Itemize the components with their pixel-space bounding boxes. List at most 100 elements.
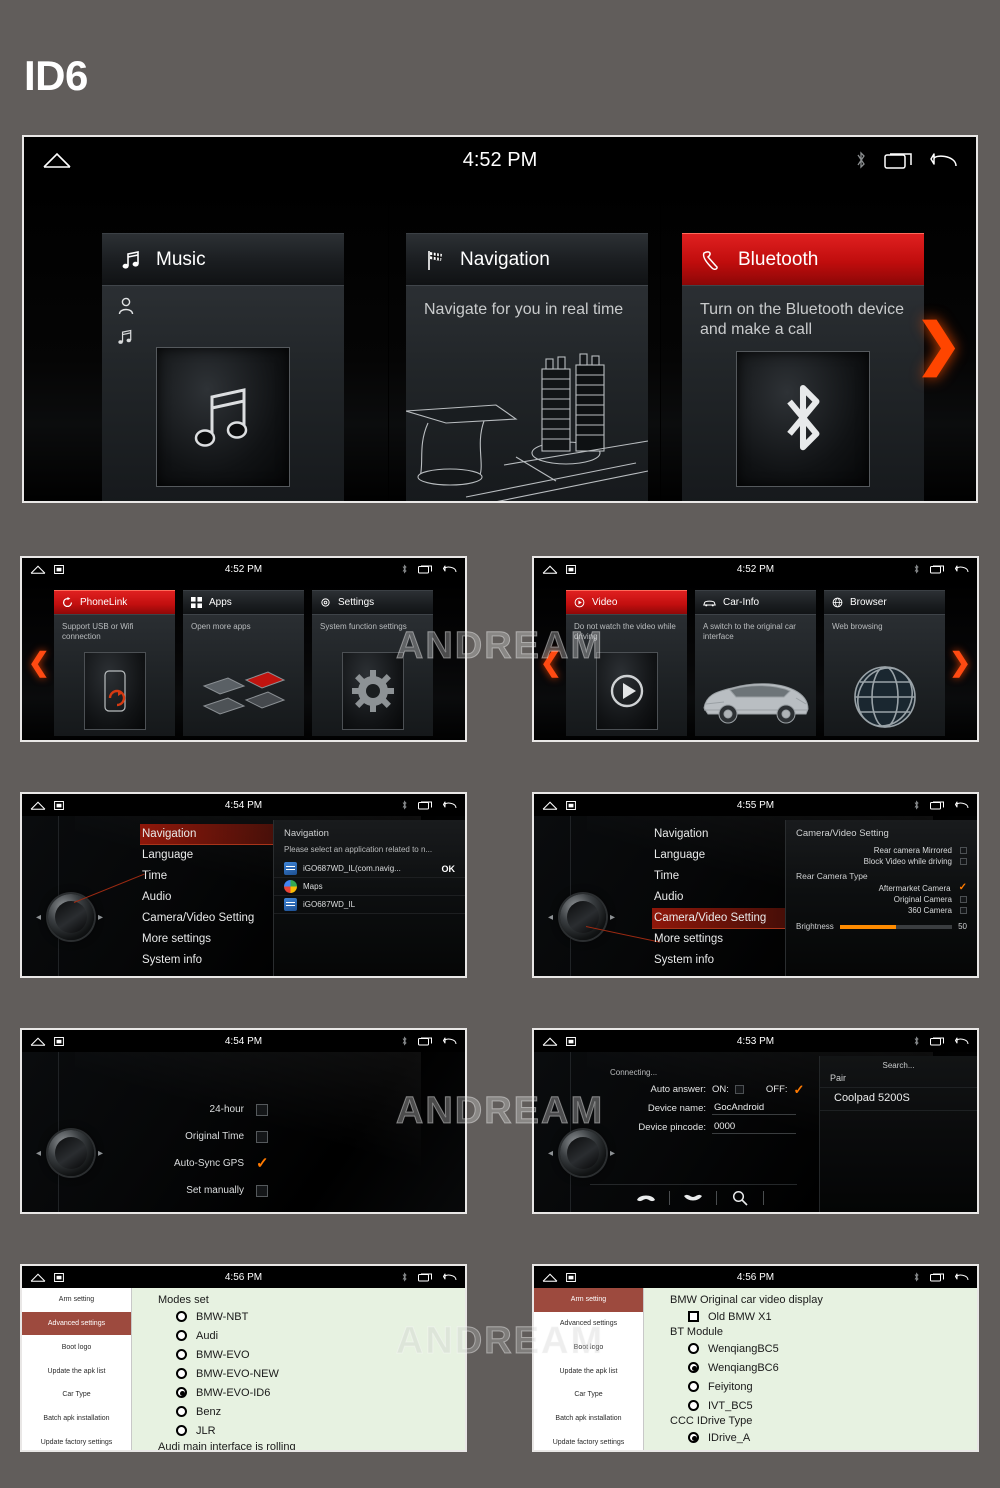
brightness-slider[interactable] (839, 924, 953, 929)
time-option-set-manually[interactable]: Set manually (152, 1177, 268, 1204)
mode-option-bmw-evo[interactable]: BMW-EVO (158, 1345, 465, 1364)
back-icon[interactable] (443, 564, 457, 574)
toggle-rear-camera-mirrored[interactable]: Rear camera Mirrored (786, 845, 977, 856)
idrive-knob[interactable] (560, 1130, 606, 1176)
tile-apps[interactable]: Apps Open more apps (183, 590, 304, 736)
idrive-option-a[interactable]: IDrive_A (670, 1428, 977, 1447)
recents-icon[interactable] (930, 1036, 945, 1046)
search-icon[interactable] (717, 1190, 763, 1206)
sidebar-item-arm-setting[interactable]: Arm setting (22, 1288, 131, 1312)
knob-right-arrow[interactable]: ▸ (610, 1148, 615, 1159)
time-option-auto-sync-gps[interactable]: Auto-Sync GPS ✓ (152, 1150, 269, 1177)
back-icon[interactable] (443, 1272, 457, 1282)
device-pincode-row[interactable]: Device pincode: 0000 (610, 1118, 804, 1137)
window-icon[interactable] (566, 564, 576, 574)
checkbox[interactable] (256, 1130, 268, 1143)
window-icon[interactable] (54, 1036, 64, 1046)
hero-tile-navigation[interactable]: Navigation Navigate for you in real time (406, 233, 648, 501)
tile-settings[interactable]: Settings System function settings (312, 590, 433, 736)
bt-module-feiyitong[interactable]: Feiyitong (670, 1377, 977, 1396)
checkbox[interactable] (960, 847, 967, 854)
bt-module-wenqiangbc6[interactable]: WenqiangBC6 (670, 1358, 977, 1377)
radio-button[interactable] (688, 1432, 699, 1443)
home-icon[interactable] (30, 565, 46, 574)
sidebar-item-update-factory-settings[interactable]: Update factory settings (22, 1430, 131, 1450)
radio-button[interactable] (688, 1381, 699, 1392)
time-option-24-hour[interactable]: 24-hour (152, 1096, 268, 1123)
app-option-row[interactable]: iGO687WD_IL(com.navig... OK (274, 860, 465, 878)
back-icon[interactable] (443, 1036, 457, 1046)
knob-left-arrow[interactable]: ◂ (548, 1148, 553, 1159)
recents-icon[interactable] (884, 150, 914, 170)
idrive-knob[interactable] (48, 1130, 94, 1176)
option-aftermarket-camera[interactable]: Aftermarket Camera ✓ (786, 882, 977, 894)
bt-module-ivt-bc5[interactable]: IVT_BC5 (670, 1396, 977, 1415)
window-icon[interactable] (54, 1272, 64, 1282)
ok-button[interactable]: OK (442, 864, 456, 874)
sidebar-item-update-apk-list[interactable]: Update the apk list (534, 1359, 643, 1383)
toggle-block-video-while-driving[interactable]: Block Video while driving (786, 856, 977, 867)
back-icon[interactable] (955, 1272, 969, 1282)
window-icon[interactable] (566, 1036, 576, 1046)
home-icon[interactable] (30, 801, 46, 810)
tile-car-info[interactable]: Car-Info A switch to the original car in… (695, 590, 816, 736)
home-icon[interactable] (30, 1273, 46, 1282)
window-icon[interactable] (566, 1272, 576, 1282)
tile-video-header[interactable]: Video (566, 590, 687, 614)
sidebar-item-batch-apk-installation[interactable]: Batch apk installation (534, 1407, 643, 1431)
home-icon[interactable] (542, 801, 558, 810)
call-answer-icon[interactable] (623, 1192, 669, 1204)
radio-button[interactable] (176, 1425, 187, 1436)
back-icon[interactable] (955, 564, 969, 574)
home-icon[interactable] (42, 152, 72, 168)
sidebar-item-advanced-settings[interactable]: Advanced settings (534, 1312, 643, 1336)
app-option-row[interactable]: Maps (274, 878, 465, 896)
option-original-camera[interactable]: Original Camera (786, 894, 977, 905)
radio-button[interactable] (688, 1343, 699, 1354)
tile-apps-header[interactable]: Apps (183, 590, 304, 614)
row2-right-next-arrow[interactable]: ❯ (949, 649, 971, 675)
back-icon[interactable] (443, 800, 457, 810)
window-icon[interactable] (54, 564, 64, 574)
option-old-bmw-x1[interactable]: Old BMW X1 (670, 1307, 977, 1326)
mode-option-audi[interactable]: Audi (158, 1326, 465, 1345)
time-option-original-time[interactable]: Original Time (152, 1123, 268, 1150)
tile-phonelink[interactable]: PhoneLink Support USB or Wifi connection (54, 590, 175, 736)
knob-right-arrow[interactable]: ▸ (98, 1148, 103, 1159)
radio-button[interactable] (176, 1349, 187, 1360)
sidebar-item-update-factory-settings[interactable]: Update factory settings (534, 1430, 643, 1450)
recents-icon[interactable] (418, 800, 433, 810)
home-icon[interactable] (542, 1273, 558, 1282)
recents-icon[interactable] (418, 1272, 433, 1282)
back-icon[interactable] (955, 800, 969, 810)
tile-settings-header[interactable]: Settings (312, 590, 433, 614)
sidebar-item-batch-apk-installation[interactable]: Batch apk installation (22, 1407, 131, 1431)
sidebar-item-update-apk-list[interactable]: Update the apk list (22, 1359, 131, 1383)
knob-right-arrow[interactable]: ▸ (98, 912, 103, 923)
tile-phonelink-header[interactable]: PhoneLink (54, 590, 175, 614)
home-icon[interactable] (542, 565, 558, 574)
hero-tile-bluetooth[interactable]: Bluetooth Turn on the Bluetooth device a… (682, 233, 924, 501)
call-end-icon[interactable] (670, 1192, 716, 1204)
radio-button[interactable] (176, 1311, 187, 1322)
tile-browser-header[interactable]: Browser (824, 590, 945, 614)
on-checkbox[interactable] (734, 1085, 744, 1094)
option-360-camera[interactable]: 360 Camera (786, 905, 977, 916)
device-pincode-value[interactable]: 0000 (712, 1121, 796, 1134)
home-icon[interactable] (30, 1037, 46, 1046)
idrive-knob[interactable] (560, 894, 606, 940)
sidebar-item-advanced-settings[interactable]: Advanced settings (22, 1311, 131, 1336)
radio-button[interactable] (176, 1330, 187, 1341)
idrive-knob[interactable] (48, 894, 94, 940)
checkbox[interactable] (960, 907, 967, 914)
radio-button[interactable] (176, 1368, 187, 1379)
bt-module-wenqiangbc5[interactable]: WenqiangBC5 (670, 1339, 977, 1358)
mode-option-benz[interactable]: Benz (158, 1402, 465, 1421)
back-icon[interactable] (955, 1036, 969, 1046)
app-option-row[interactable]: iGO687WD_IL (274, 896, 465, 914)
mode-option-bmw-evo-id6[interactable]: BMW-EVO-ID6 (158, 1383, 465, 1402)
recents-icon[interactable] (418, 1036, 433, 1046)
sidebar-item-boot-logo[interactable]: Boot logo (22, 1335, 131, 1359)
recents-icon[interactable] (930, 564, 945, 574)
tile-car-info-header[interactable]: Car-Info (695, 590, 816, 614)
